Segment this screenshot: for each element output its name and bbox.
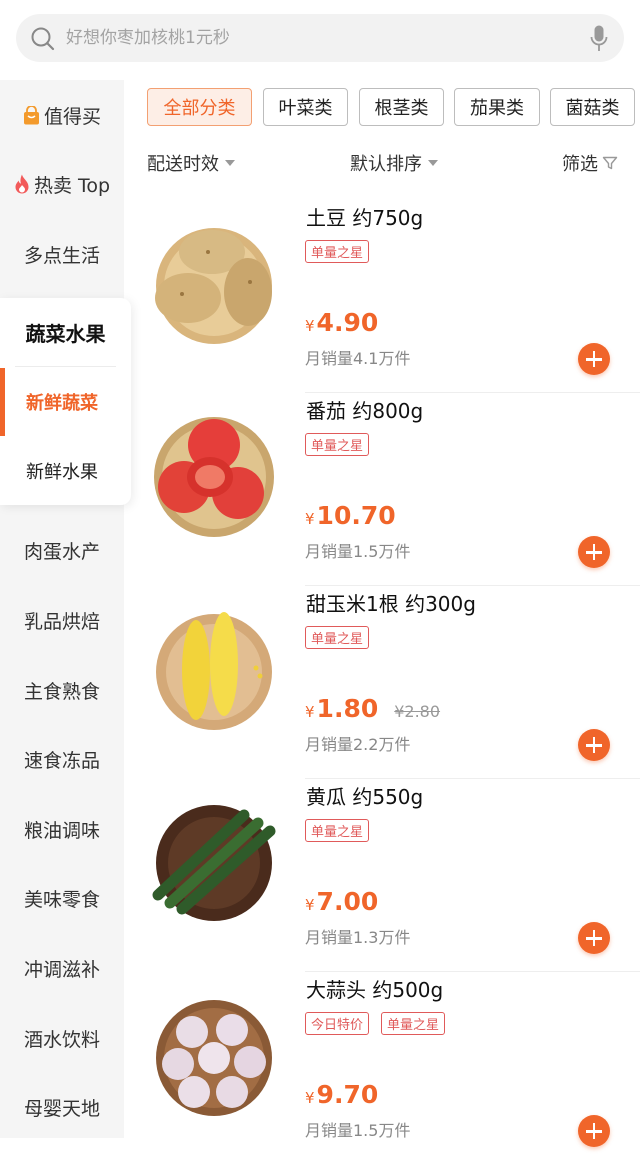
product-item[interactable]: 大蒜头 约500g 今日特价 单量之星 ¥ 9.70 月销量1.5万件 [124, 972, 640, 1165]
tag-badge: 今日特价 [305, 1012, 370, 1035]
add-to-cart-button[interactable] [578, 729, 610, 761]
sidebar-item-snacks[interactable]: 美味零食 [0, 865, 124, 931]
sidebar-item-label: 速食冻品 [23, 749, 100, 772]
sort-delivery[interactable]: 配送时效 [147, 148, 235, 178]
sidebar-item-worth-buying[interactable]: 值得买 [0, 82, 124, 148]
currency-symbol: ¥ [305, 896, 315, 914]
sidebar-item-meat-egg-seafood[interactable]: 肉蛋水产 [0, 517, 124, 583]
sidebar-item-label: 多点生活 [23, 244, 100, 267]
sidebar-item-grain-oil[interactable]: 粮油调味 [0, 796, 124, 862]
product-item[interactable]: 甜玉米1根 约300g 单量之星 ¥ 1.80 ¥2.80 月销量2.2万件 [124, 586, 640, 779]
product-price: 7.00 [316, 887, 379, 916]
sort-delivery-label: 配送时效 [147, 154, 219, 175]
divider [15, 366, 116, 367]
filter-button[interactable]: 筛选 [562, 148, 618, 178]
search-bar-area [0, 0, 640, 80]
chip-fruit-veg[interactable]: 茄果类 [454, 88, 540, 126]
sidebar-item-staple-deli[interactable]: 主食熟食 [0, 657, 124, 723]
search-box[interactable] [16, 14, 624, 62]
sidebar-item-label: 肉蛋水产 [23, 540, 100, 563]
product-name: 黄瓜 约550g [306, 785, 424, 809]
filter-label: 筛选 [562, 154, 598, 175]
caret-down-icon [225, 160, 235, 166]
product-name: 番茄 约800g [306, 399, 424, 423]
currency-symbol: ¥ [305, 317, 315, 335]
sidebar-item-label: 美味零食 [23, 888, 100, 911]
product-item[interactable]: 番茄 约800g 单量之星 ¥ 10.70 月销量1.5万件 [124, 393, 640, 586]
chip-mushroom[interactable]: 菌菇类 [550, 88, 635, 126]
sidebar-item-drinks[interactable]: 酒水饮料 [0, 1005, 124, 1071]
subcategory-chips: 全部分类 叶菜类 根茎类 茄果类 菌菇类 [147, 88, 640, 128]
product-price: 1.80 [316, 694, 379, 723]
sidebar-item-label: 粮油调味 [23, 819, 100, 842]
corn-image [156, 612, 272, 730]
flame-icon [15, 174, 29, 194]
chip-leafy[interactable]: 叶菜类 [263, 88, 348, 126]
caret-down-icon [428, 160, 438, 166]
currency-symbol: ¥ [305, 1089, 315, 1107]
tag-badge: 单量之星 [305, 240, 370, 263]
monthly-sales: 月销量1.3万件 [305, 928, 411, 947]
add-to-cart-button[interactable] [578, 1115, 610, 1147]
product-name: 甜玉米1根 约300g [306, 592, 476, 616]
monthly-sales: 月销量4.1万件 [305, 349, 411, 368]
sidebar-sub-fresh-vegetables[interactable]: 新鲜蔬菜 [0, 368, 124, 436]
sidebar-item-label: 酒水饮料 [23, 1028, 100, 1051]
sort-default[interactable]: 默认排序 [350, 148, 438, 178]
tag-badge: 单量之星 [305, 819, 370, 842]
product-name: 土豆 约750g [306, 206, 424, 230]
add-to-cart-button[interactable] [578, 536, 610, 568]
garlic-image [156, 1000, 272, 1116]
original-price: ¥2.80 [394, 702, 441, 721]
currency-symbol: ¥ [305, 510, 315, 528]
add-to-cart-button[interactable] [578, 922, 610, 954]
product-name: 大蒜头 约500g [306, 978, 444, 1002]
search-input[interactable] [66, 22, 566, 54]
monthly-sales: 月销量2.2万件 [305, 735, 411, 754]
microphone-icon[interactable] [590, 25, 608, 52]
monthly-sales: 月销量1.5万件 [305, 542, 411, 561]
sidebar-item-label: 热卖 Top [33, 174, 111, 197]
sort-default-label: 默认排序 [350, 154, 422, 175]
sidebar-item-label: 主食熟食 [23, 680, 100, 703]
search-icon [31, 27, 55, 51]
sidebar-item-life[interactable]: 多点生活 [0, 221, 124, 287]
chip-root[interactable]: 根茎类 [359, 88, 444, 126]
cucumber-image [152, 805, 276, 921]
sidebar-item-mother-baby[interactable]: 母婴天地 [0, 1074, 124, 1140]
sidebar-item-label: 母婴天地 [23, 1097, 100, 1120]
sidebar-item-label: 值得买 [43, 105, 101, 128]
filter-icon [602, 156, 618, 170]
product-item[interactable]: 黄瓜 约550g 单量之星 ¥ 7.00 月销量1.3万件 [124, 779, 640, 972]
shopping-bag-icon [23, 105, 39, 124]
sidebar-item-frozen[interactable]: 速食冻品 [0, 726, 124, 792]
tag-badge: 单量之星 [305, 626, 370, 649]
sidebar-item-dairy-bakery[interactable]: 乳品烘焙 [0, 587, 124, 653]
add-to-cart-button[interactable] [578, 343, 610, 375]
sidebar-group-title[interactable]: 蔬菜水果 [0, 298, 131, 366]
currency-symbol: ¥ [305, 703, 315, 721]
potato-image [155, 228, 272, 344]
product-price: 10.70 [316, 501, 396, 530]
monthly-sales: 月销量1.5万件 [305, 1121, 411, 1140]
sidebar-item-hot-sale[interactable]: 热卖 Top [0, 151, 124, 217]
chip-all[interactable]: 全部分类 [147, 88, 252, 126]
sidebar-item-tonics[interactable]: 冲调滋补 [0, 935, 124, 1001]
product-item[interactable]: 土豆 约750g 单量之星 ¥ 4.90 月销量4.1万件 [124, 200, 640, 393]
tag-badge: 单量之星 [381, 1012, 446, 1035]
sidebar-group-vegetables-fruits: 蔬菜水果 新鲜蔬菜 新鲜水果 [0, 298, 131, 505]
category-sidebar: 值得买 热卖 Top 多点生活 肉蛋水产 乳品烘焙 主食熟食 速食冻品 粮油调味… [0, 80, 124, 1138]
product-price: 9.70 [316, 1080, 379, 1109]
product-price: 4.90 [316, 308, 379, 337]
sidebar-sub-fresh-fruits[interactable]: 新鲜水果 [0, 437, 124, 505]
tomato-image [154, 417, 274, 537]
sidebar-item-label: 冲调滋补 [23, 958, 100, 981]
tag-badge: 单量之星 [305, 433, 370, 456]
sidebar-item-label: 乳品烘焙 [23, 610, 100, 633]
